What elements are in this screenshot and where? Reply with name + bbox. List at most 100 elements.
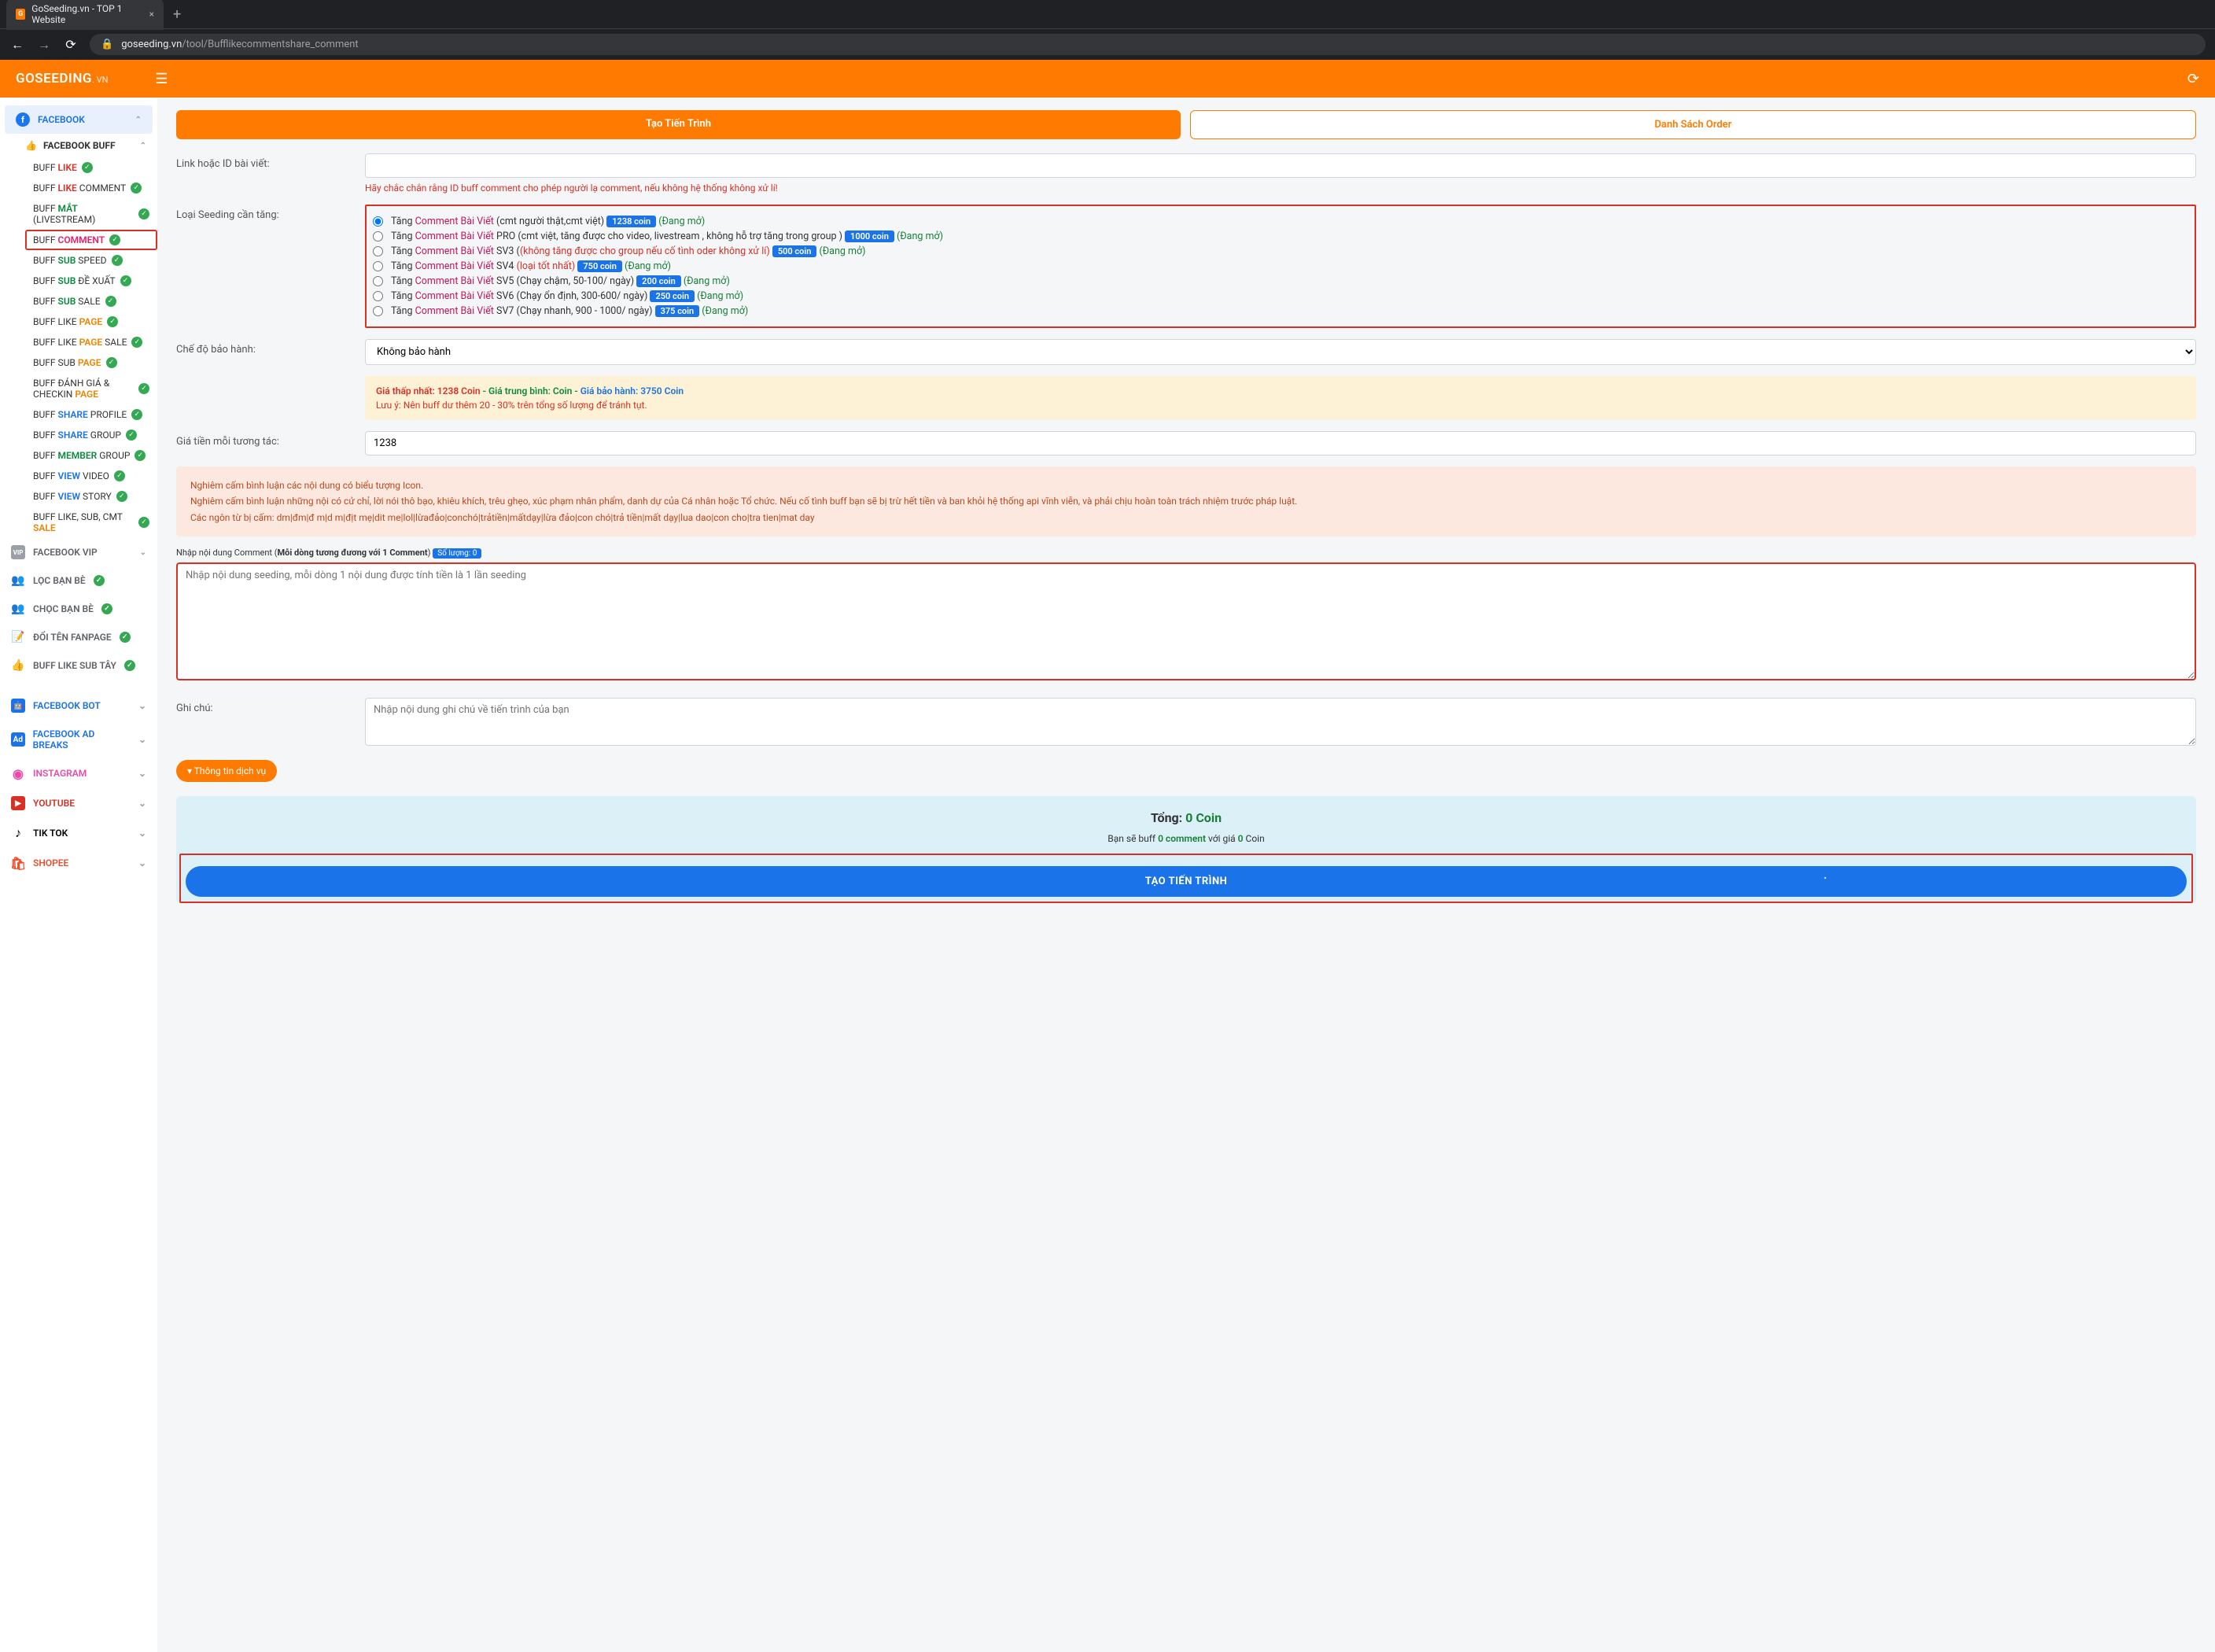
sidebar-item-11[interactable]: BUFF SHARE PROFILE ✓ — [25, 404, 157, 425]
label-link: Link hoặc ID bài viết: — [176, 153, 365, 194]
sidebar-sub-facebook-buff[interactable]: 👍 FACEBOOK BUFF ⌃ — [14, 134, 157, 157]
app-header: GOSEEDING. VN ☰ ⟳ — [0, 60, 2215, 98]
sidebar-section-doiten[interactable]: 📝 ĐỔI TÊN FANPAGE ✓ — [0, 623, 157, 651]
favicon-icon: G — [16, 9, 25, 20]
sidebar-section-facebook[interactable]: f FACEBOOK ⌃ — [5, 105, 153, 134]
sidebar-section-chocbanbe[interactable]: 👥 CHỌC BẠN BÈ ✓ — [0, 595, 157, 623]
radio-input[interactable] — [373, 246, 383, 256]
sidebar-section-locbanbe[interactable]: 👥 LỌC BẠN BÈ ✓ — [0, 566, 157, 595]
sidebar-section-bufftay[interactable]: 👍 BUFF LIKE SUB TÂY ✓ — [0, 651, 157, 680]
sidebar-item-13[interactable]: BUFF MEMBER GROUP ✓ — [25, 445, 157, 466]
link-input[interactable] — [365, 153, 2196, 178]
status-label: (Đang mở) — [897, 230, 943, 242]
sidebar-item-7[interactable]: BUFF LIKE PAGE ✓ — [25, 312, 157, 332]
sidebar-item-14[interactable]: BUFF VIEW VIDEO ✓ — [25, 466, 157, 486]
tab-create-process[interactable]: Tạo Tiến Trình — [176, 110, 1181, 139]
sidebar-section-tiktok[interactable]: ♪ TIK TOK ⌄ — [0, 818, 157, 848]
total-section: Tổng: 0 Coin Bạn sẽ buff 0 comment với g… — [176, 796, 2196, 903]
radio-input[interactable] — [373, 276, 383, 286]
seeding-option-0[interactable]: Tăng Comment Bài Viết (cmt người thật,cm… — [373, 214, 2188, 229]
seeding-options-box: Tăng Comment Bài Viết (cmt người thật,cm… — [365, 205, 2196, 328]
comment-textarea[interactable] — [176, 562, 2196, 680]
total-amount: 0 Coin — [1185, 810, 1222, 825]
check-icon: ✓ — [112, 255, 123, 266]
new-tab-button[interactable]: + — [170, 6, 184, 23]
seeding-option-1[interactable]: Tăng Comment Bài Viết PRO (cmt việt, tăn… — [373, 229, 2188, 244]
note-textarea[interactable] — [365, 698, 2196, 746]
sidebar-item-2[interactable]: BUFF MẮT (LIVESTREAM) ✓ — [25, 198, 157, 230]
coin-pill: 200 coin — [636, 275, 681, 287]
tab-order-list[interactable]: Danh Sách Order — [1190, 110, 2196, 139]
link-hint: Hãy chắc chắn rằng ID buff comment cho p… — [365, 183, 2196, 194]
sidebar-item-10[interactable]: BUFF ĐÁNH GIÁ & CHECKIN PAGE ✓ — [25, 373, 157, 404]
check-icon: ✓ — [105, 296, 116, 307]
label-warranty: Chế độ bảo hành: — [176, 339, 365, 365]
status-label: (Đang mở) — [820, 245, 866, 257]
coin-pill: 375 coin — [655, 305, 700, 317]
seeding-option-6[interactable]: Tăng Comment Bài Viết SV7 (Chạy nhanh, 9… — [373, 304, 2188, 319]
sidebar-item-9[interactable]: BUFF SUB PAGE ✓ — [25, 352, 157, 373]
radio-input[interactable] — [373, 231, 383, 242]
info-low: Giá thấp nhất: 1238 Coin — [376, 385, 481, 396]
brand-tld: . VN — [92, 75, 108, 85]
bot-icon: 🤖 — [11, 699, 25, 713]
chevron-down-icon: ⌄ — [138, 857, 146, 868]
browser-tab[interactable]: G GoSeeding.vn - TOP 1 Website × — [6, 0, 164, 30]
radio-input[interactable] — [373, 306, 383, 316]
seeding-option-2[interactable]: Tăng Comment Bài Viết SV3 ((không tăng đ… — [373, 244, 2188, 259]
sidebar-item-6[interactable]: BUFF SUB SALE ✓ — [25, 291, 157, 312]
chevron-up-icon: ⌃ — [135, 116, 142, 124]
radio-input[interactable] — [373, 291, 383, 301]
check-icon: ✓ — [138, 208, 149, 219]
check-icon: ✓ — [82, 162, 93, 173]
sidebar-label: LỌC BẠN BÈ — [33, 575, 86, 586]
comment-header: Nhập nội dung Comment (Mỗi dòng tương đư… — [176, 548, 2196, 558]
warning-box: Nghiêm cấm bình luận các nội dung có biể… — [176, 466, 2196, 537]
menu-icon[interactable]: ☰ — [155, 71, 168, 87]
header-right-icon[interactable]: ⟳ — [2187, 71, 2199, 87]
check-icon: ✓ — [106, 357, 117, 368]
seeding-option-3[interactable]: Tăng Comment Bài Viết SV4 (loại tốt nhất… — [373, 259, 2188, 274]
close-icon[interactable]: × — [149, 9, 154, 20]
sidebar-item-1[interactable]: BUFF LIKE COMMENT ✓ — [25, 178, 157, 198]
sidebar-item-3[interactable]: BUFF COMMENT ✓ — [25, 230, 157, 250]
forward-icon[interactable]: → — [36, 37, 52, 53]
sidebar-item-15[interactable]: BUFF VIEW STORY ✓ — [25, 486, 157, 507]
seeding-option-5[interactable]: Tăng Comment Bài Viết SV6 (Chạy ổn định,… — [373, 289, 2188, 304]
check-icon: ✓ — [107, 316, 118, 327]
main-content: Tạo Tiến Trình Danh Sách Order Link hoặc… — [157, 98, 2215, 1652]
seeding-option-4[interactable]: Tăng Comment Bài Viết SV5 (Chạy chậm, 50… — [373, 274, 2188, 289]
back-icon[interactable]: ← — [9, 37, 25, 53]
sidebar-section-youtube[interactable]: ▶ YOUTUBE ⌄ — [0, 788, 157, 818]
people-icon: 👥 — [11, 573, 25, 588]
sidebar-label: BUFF LIKE SUB TÂY — [33, 660, 116, 671]
sidebar-item-12[interactable]: BUFF SHARE GROUP ✓ — [25, 425, 157, 445]
check-icon: ✓ — [138, 383, 149, 394]
chevron-down-icon: ⌄ — [138, 768, 146, 779]
reload-icon[interactable]: ⟳ — [63, 37, 79, 52]
tiktok-icon: ♪ — [11, 826, 25, 840]
service-info-button[interactable]: ▾ Thông tin dịch vụ — [176, 760, 277, 782]
warranty-select[interactable]: Không bảo hành — [365, 339, 2196, 365]
url-input[interactable]: 🔒 goseeding.vn/tool/Bufflikecommentshare… — [90, 34, 2206, 55]
warn-line-2: Nghiêm cấm bình luận những nội có cử chỉ… — [190, 493, 2182, 509]
radio-input[interactable] — [373, 216, 383, 227]
sidebar-section-fbad[interactable]: Ad FACEBOOK AD BREAKS ⌄ — [0, 721, 157, 758]
sidebar-item-4[interactable]: BUFF SUB SPEED ✓ — [25, 250, 157, 271]
submit-button[interactable]: TẠO TIẾN TRÌNH — [186, 866, 2187, 897]
sidebar-section-fbvip[interactable]: VIP FACEBOOK VIP ⌄ — [0, 538, 157, 566]
sidebar-item-0[interactable]: BUFF LIKE ✓ — [25, 157, 157, 178]
sidebar-item-5[interactable]: BUFF SUB ĐỀ XUẤT ✓ — [25, 271, 157, 291]
sidebar-label: CHỌC BẠN BÈ — [33, 603, 94, 614]
sidebar-item-16[interactable]: BUFF LIKE, SUB, CMT SALE ✓ — [25, 507, 157, 538]
sidebar-item-8[interactable]: BUFF LIKE PAGE SALE ✓ — [25, 332, 157, 352]
check-icon: ✓ — [131, 337, 142, 348]
info-note: Lưu ý: Nên buff dư thêm 20 - 30% trên tổ… — [376, 400, 2185, 411]
sidebar-section-shopee[interactable]: 🛍 SHOPEE ⌄ — [0, 848, 157, 878]
price-input[interactable] — [365, 431, 2196, 455]
comment-count-pill: Số lượng: 0 — [433, 548, 481, 559]
sidebar-section-fbbot[interactable]: 🤖 FACEBOOK BOT ⌄ — [0, 691, 157, 721]
sidebar-label: FACEBOOK VIP — [33, 547, 98, 558]
radio-input[interactable] — [373, 261, 383, 271]
sidebar-section-instagram[interactable]: ◉ INSTAGRAM ⌄ — [0, 758, 157, 788]
